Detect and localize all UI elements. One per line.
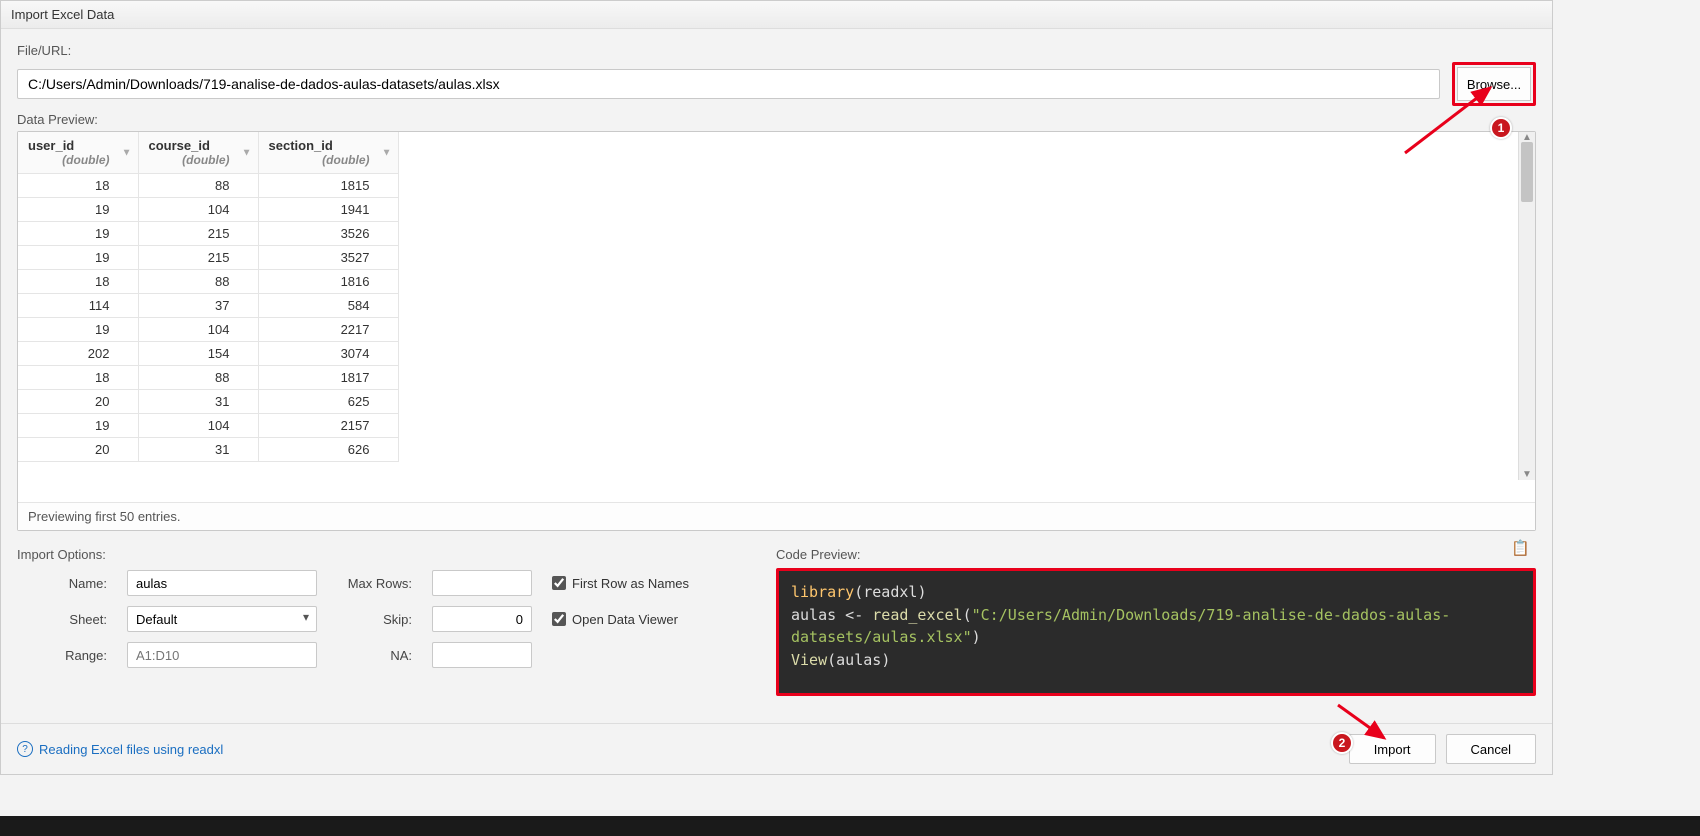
scroll-thumb[interactable] (1521, 142, 1533, 202)
table-row: 2031626 (18, 438, 398, 462)
table-cell: 584 (258, 294, 398, 318)
table-row: 18881815 (18, 174, 398, 198)
table-cell: 104 (138, 198, 258, 222)
table-cell: 1941 (258, 198, 398, 222)
table-cell: 3074 (258, 342, 398, 366)
name-label: Name: (37, 576, 107, 591)
data-preview-label: Data Preview: (17, 112, 1536, 127)
table-cell: 104 (138, 318, 258, 342)
annotation-arrow-1 (1400, 78, 1510, 158)
range-input[interactable] (127, 642, 317, 668)
import-dialog: Import Excel Data File/URL: Browse... Da… (0, 0, 1553, 775)
na-label: NA: (337, 648, 412, 663)
table-cell: 19 (18, 318, 138, 342)
table-cell: 37 (138, 294, 258, 318)
table-row: 191042157 (18, 414, 398, 438)
skip-label: Skip: (337, 612, 412, 627)
open-viewer-checkbox-row[interactable]: Open Data Viewer (552, 612, 722, 627)
table-cell: 88 (138, 270, 258, 294)
first-row-label: First Row as Names (572, 576, 689, 591)
file-url-input[interactable] (17, 69, 1440, 99)
dialog-title: Import Excel Data (1, 1, 1552, 29)
table-row: 191042217 (18, 318, 398, 342)
chevron-down-icon[interactable]: ▼ (382, 147, 392, 158)
table-cell: 3526 (258, 222, 398, 246)
annotation-badge-2: 2 (1331, 732, 1353, 754)
preview-status-text: Previewing first 50 entries. (18, 502, 1535, 530)
table-cell: 2217 (258, 318, 398, 342)
table-row: 192153527 (18, 246, 398, 270)
table-row: 11437584 (18, 294, 398, 318)
table-row: 191041941 (18, 198, 398, 222)
table-cell: 20 (18, 438, 138, 462)
table-cell: 31 (138, 438, 258, 462)
code-preview-label: Code Preview: (776, 547, 1536, 562)
table-cell: 215 (138, 222, 258, 246)
preview-scrollbar[interactable]: ▲ ▼ (1518, 132, 1535, 480)
table-cell: 18 (18, 366, 138, 390)
table-cell: 19 (18, 198, 138, 222)
table-cell: 3527 (258, 246, 398, 270)
na-input[interactable] (432, 642, 532, 668)
table-cell: 19 (18, 414, 138, 438)
data-preview-table: user_id (double) ▼ course_id (double) ▼ … (18, 132, 399, 462)
table-cell: 626 (258, 438, 398, 462)
table-cell: 20 (18, 390, 138, 414)
skip-input[interactable] (432, 606, 532, 632)
table-row: 18881817 (18, 366, 398, 390)
table-cell: 1815 (258, 174, 398, 198)
table-cell: 88 (138, 174, 258, 198)
table-cell: 2157 (258, 414, 398, 438)
open-viewer-label: Open Data Viewer (572, 612, 678, 627)
open-viewer-checkbox[interactable] (552, 612, 566, 626)
code-preview-box[interactable]: library(readxl) aulas <- read_excel("C:/… (776, 568, 1536, 696)
data-preview-panel: user_id (double) ▼ course_id (double) ▼ … (17, 131, 1536, 531)
table-cell: 31 (138, 390, 258, 414)
annotation-badge-1: 1 (1490, 117, 1512, 139)
table-cell: 202 (18, 342, 138, 366)
table-cell: 1816 (258, 270, 398, 294)
table-cell: 18 (18, 270, 138, 294)
first-row-checkbox[interactable] (552, 576, 566, 590)
maxrows-input[interactable] (432, 570, 532, 596)
table-cell: 114 (18, 294, 138, 318)
table-cell: 154 (138, 342, 258, 366)
range-label: Range: (37, 648, 107, 663)
scroll-down-icon[interactable]: ▼ (1519, 469, 1535, 480)
table-cell: 215 (138, 246, 258, 270)
chevron-down-icon[interactable]: ▼ (242, 147, 252, 158)
sheet-label: Sheet: (37, 612, 107, 627)
column-header[interactable]: user_id (double) ▼ (18, 132, 138, 174)
table-row: 2031625 (18, 390, 398, 414)
first-row-checkbox-row[interactable]: First Row as Names (552, 576, 722, 591)
cancel-button[interactable]: Cancel (1446, 734, 1536, 764)
table-cell: 19 (18, 222, 138, 246)
sheet-select[interactable]: Default (127, 606, 317, 632)
maxrows-label: Max Rows: (337, 576, 412, 591)
table-row: 192153526 (18, 222, 398, 246)
table-cell: 88 (138, 366, 258, 390)
import-options-label: Import Options: (17, 547, 752, 562)
column-header[interactable]: course_id (double) ▼ (138, 132, 258, 174)
table-cell: 19 (18, 246, 138, 270)
help-icon: ? (17, 741, 33, 757)
table-cell: 625 (258, 390, 398, 414)
table-row: 2021543074 (18, 342, 398, 366)
table-cell: 18 (18, 174, 138, 198)
chevron-down-icon[interactable]: ▼ (122, 147, 132, 158)
column-header[interactable]: section_id (double) ▼ (258, 132, 398, 174)
name-input[interactable] (127, 570, 317, 596)
background-bar (0, 816, 1700, 836)
table-row: 18881816 (18, 270, 398, 294)
table-cell: 104 (138, 414, 258, 438)
help-link-text: Reading Excel files using readxl (39, 742, 223, 757)
file-url-label: File/URL: (17, 43, 1536, 58)
copy-icon[interactable]: 📋 (1511, 539, 1530, 557)
help-link[interactable]: ? Reading Excel files using readxl (17, 741, 223, 757)
table-cell: 1817 (258, 366, 398, 390)
